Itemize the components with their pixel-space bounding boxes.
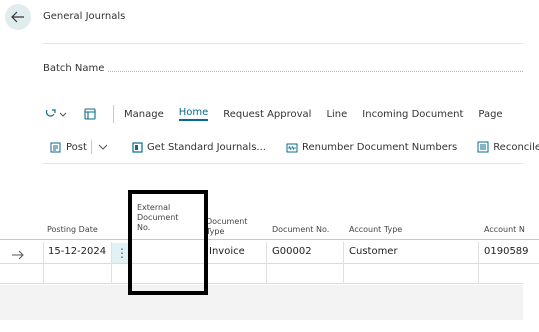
divider [43, 163, 523, 164]
command-bar: Post Get Standard Journals... Renumber D… [50, 136, 539, 158]
tab-line[interactable]: Line [326, 109, 347, 120]
post-button[interactable]: Post [50, 140, 112, 154]
column-header-account-type[interactable]: Account Type [349, 225, 402, 235]
tab-request-approval[interactable]: Request Approval [223, 109, 311, 120]
open-in-new-window-icon[interactable] [79, 103, 101, 125]
grid-header: Posting Date Document Type Document No. … [0, 200, 539, 240]
tab-incoming-document[interactable]: Incoming Document [362, 109, 463, 120]
document-type-cell[interactable]: Invoice [209, 246, 245, 257]
post-icon [50, 142, 61, 153]
account-type-cell[interactable]: Customer [349, 246, 398, 257]
column-header-document-no[interactable]: Document No. [272, 225, 329, 235]
tell-me-icon[interactable] [43, 103, 71, 125]
action-bar: Manage Home Request Approval Line Incomi… [43, 100, 523, 128]
get-standard-journals-label: Get Standard Journals... [146, 141, 266, 153]
get-standard-journals-button[interactable]: Get Standard Journals... [132, 142, 266, 153]
post-label: Post [66, 141, 87, 153]
row-selector-arrow-icon[interactable] [11, 246, 25, 265]
tab-page[interactable]: Page [478, 109, 502, 120]
page-title: General Journals [43, 11, 126, 22]
account-no-cell[interactable]: 0190589 [484, 246, 529, 257]
document-no-cell[interactable]: G00002 [272, 246, 312, 257]
renumber-label: Renumber Document Numbers [301, 141, 458, 153]
grid-footer [0, 285, 523, 320]
chevron-down-icon[interactable] [90, 140, 112, 154]
separator [113, 105, 114, 123]
column-header-external-document-no[interactable]: External Document No. [137, 203, 178, 233]
column-header-posting-date[interactable]: Posting Date [47, 225, 98, 235]
reconcile-label: Reconcile [493, 141, 539, 153]
renumber-document-numbers-button[interactable]: Renumber Document Numbers [286, 142, 457, 153]
divider [43, 43, 523, 44]
column-header-account-no[interactable]: Account N [484, 225, 525, 235]
table-row[interactable] [0, 264, 523, 284]
posting-date-cell[interactable]: 15-12-2024 [48, 246, 106, 257]
table-row[interactable]: 15-12-2024 Invoice G00002 Customer 01905… [0, 242, 539, 264]
journal-icon [132, 141, 143, 153]
column-header-document-type[interactable]: Document Type [206, 217, 247, 237]
reconcile-icon [477, 141, 489, 153]
arrow-left-icon [11, 11, 24, 23]
batch-name-label: Batch Name [43, 63, 109, 74]
tab-home[interactable]: Home [178, 107, 209, 121]
back-button[interactable] [5, 4, 31, 30]
reconcile-button[interactable]: Reconcile [477, 141, 539, 153]
renumber-icon [286, 143, 298, 152]
batch-name-field[interactable]: Batch Name [43, 63, 523, 77]
tab-manage[interactable]: Manage [124, 109, 164, 120]
